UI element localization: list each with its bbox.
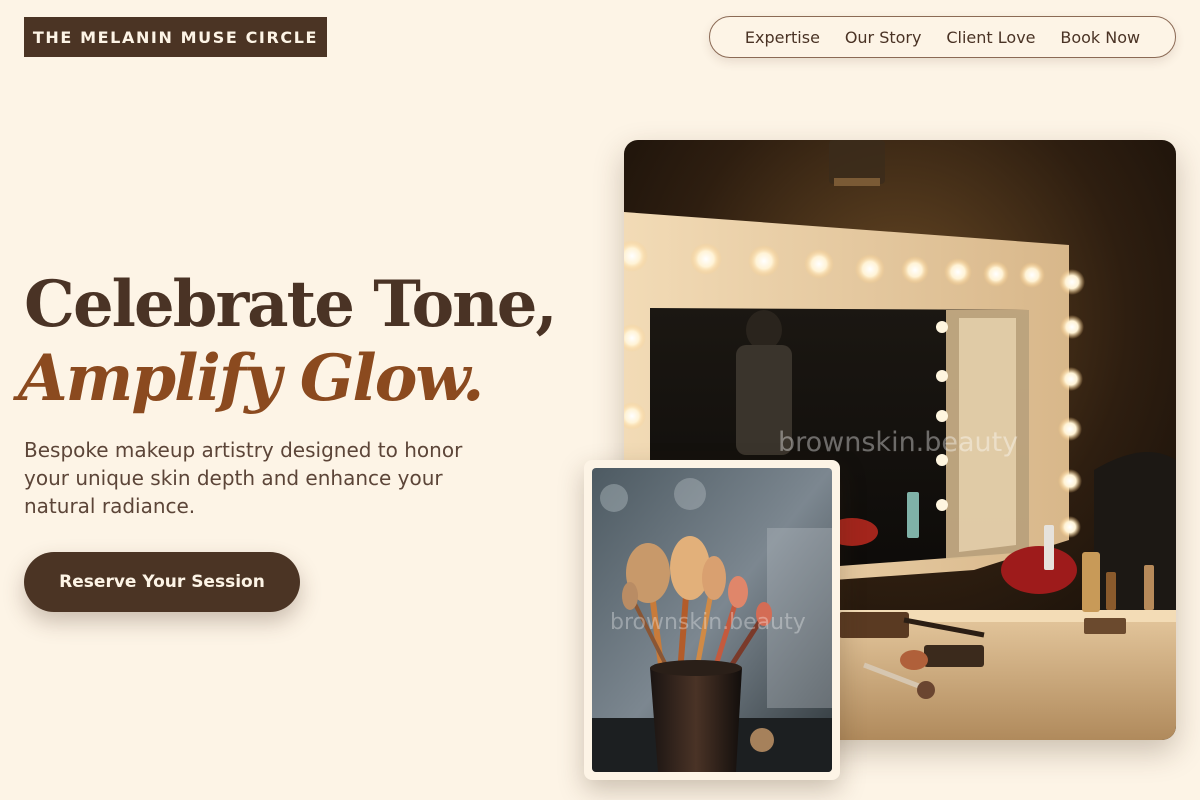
makeup-brushes-illustration: [592, 468, 832, 772]
nav-link-client-love[interactable]: Client Love: [946, 28, 1035, 47]
brand-logo[interactable]: THE MELANIN MUSE CIRCLE: [24, 17, 327, 57]
reserve-session-button[interactable]: Reserve Your Session: [24, 552, 300, 612]
brushes-photo: brownskin.beauty: [592, 468, 832, 772]
nav-link-our-story[interactable]: Our Story: [845, 28, 922, 47]
nav-link-book-now[interactable]: Book Now: [1060, 28, 1140, 47]
landing-page: THE MELANIN MUSE CIRCLE Expertise Our St…: [0, 0, 1200, 800]
hero-description: Bespoke makeup artistry designed to hono…: [24, 438, 463, 518]
nav-link-expertise[interactable]: Expertise: [745, 28, 820, 47]
main-nav: Expertise Our Story Client Love Book Now: [709, 16, 1176, 58]
hero-headline-line2: Amplify Glow.: [18, 341, 484, 416]
brushes-photo-card: brownskin.beauty: [584, 460, 840, 780]
